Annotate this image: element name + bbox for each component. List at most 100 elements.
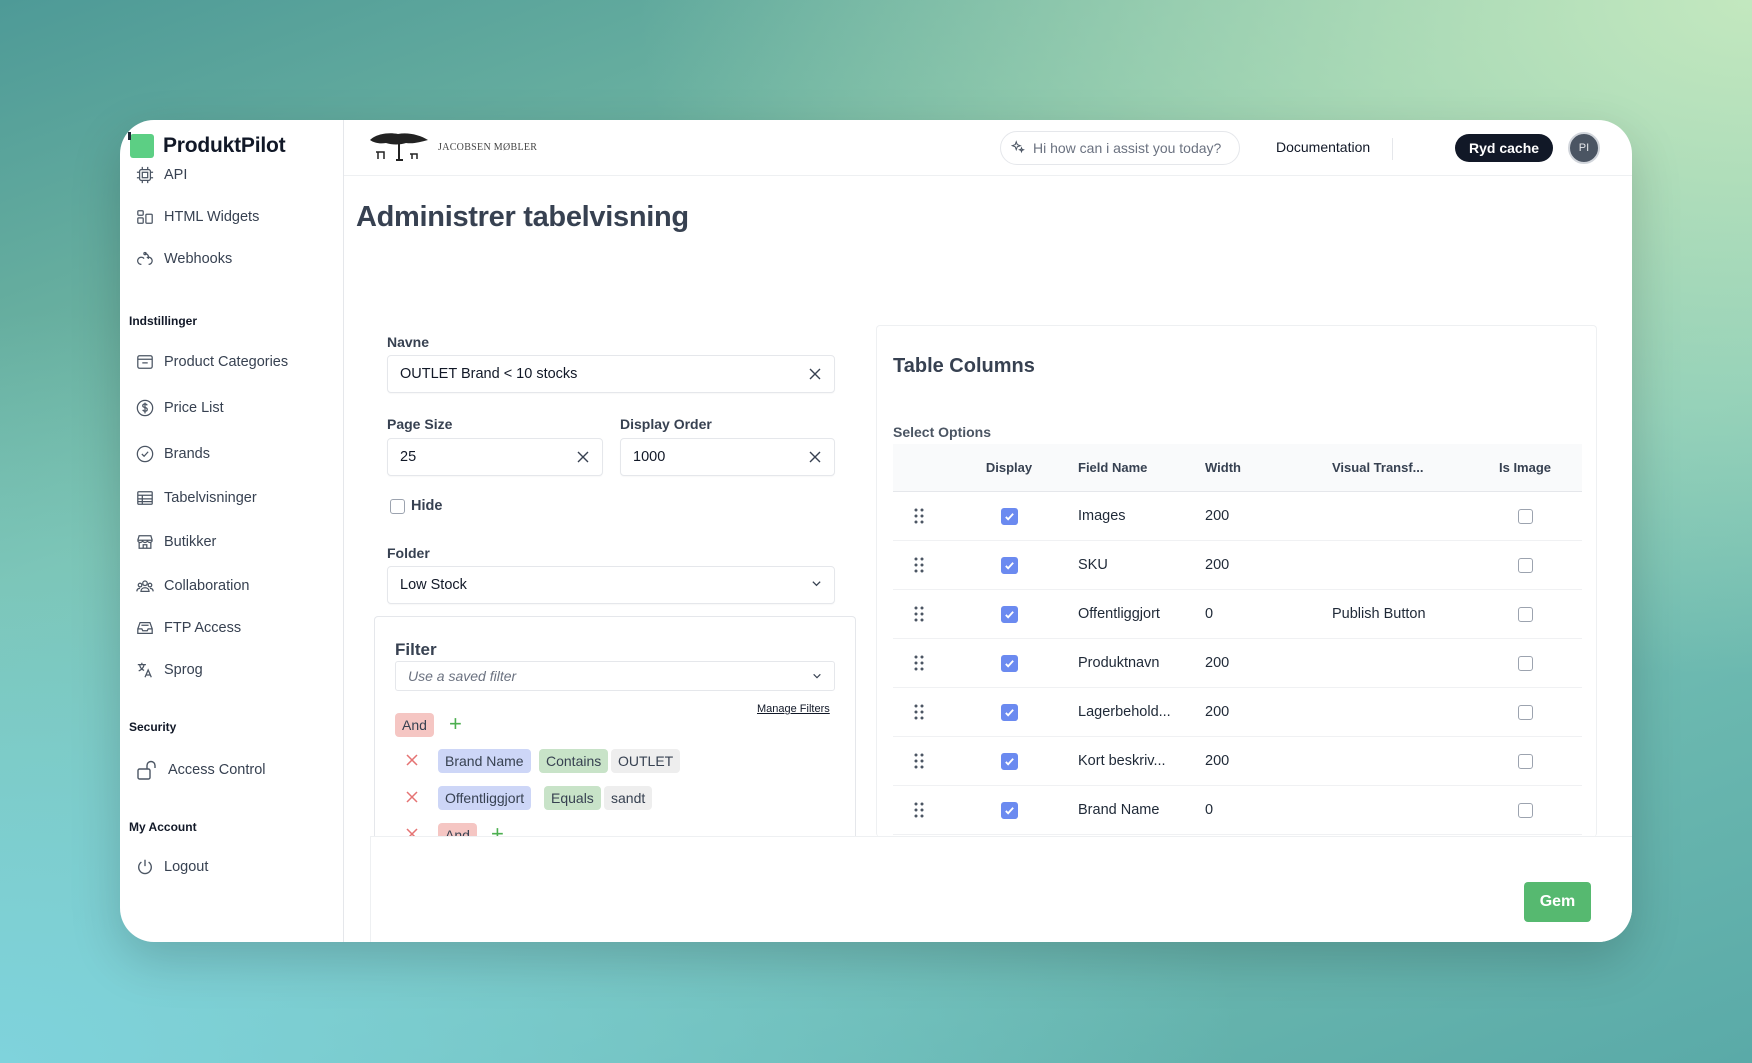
badge-check-icon	[136, 445, 154, 463]
condition-operator-chip[interactable]: Contains	[539, 749, 609, 773]
width-cell[interactable]: 200	[1201, 557, 1328, 573]
condition-value-chip[interactable]: sandt	[604, 786, 653, 810]
width-cell[interactable]: 200	[1201, 753, 1328, 769]
company-logo[interactable]: JACOBSEN MØBLER	[366, 130, 537, 164]
delete-condition-icon[interactable]	[405, 790, 419, 804]
sidebar-item-webhooks[interactable]: Webhooks	[136, 250, 232, 268]
display-checkbox[interactable]	[1000, 507, 1018, 525]
saved-filter-select[interactable]: Use a saved filter	[395, 661, 835, 691]
folder-label: Folder	[387, 545, 430, 561]
is-image-checkbox[interactable]	[1517, 753, 1533, 769]
app-brand[interactable]: ProduktPilot	[128, 132, 286, 158]
drag-handle-icon[interactable]	[893, 605, 945, 623]
width-cell[interactable]: 0	[1201, 606, 1328, 622]
condition-field-chip[interactable]: Offentliggjort	[438, 786, 532, 810]
display-checkbox[interactable]	[1000, 605, 1018, 623]
field-name-cell: Brand Name	[1078, 802, 1160, 818]
clear-icon[interactable]	[576, 450, 590, 464]
is-image-checkbox[interactable]	[1517, 557, 1533, 573]
sidebar-item-sprog[interactable]: Sprog	[136, 661, 203, 679]
sidebar-item-label: Brands	[164, 446, 210, 462]
drag-handle-icon[interactable]	[893, 703, 945, 721]
sidebar-item-api[interactable]: API	[136, 166, 187, 184]
is-image-checkbox[interactable]	[1517, 802, 1533, 818]
display-checkbox[interactable]	[1000, 654, 1018, 672]
unlock-icon	[136, 759, 158, 781]
width-cell[interactable]: 200	[1201, 508, 1328, 524]
widgets-icon	[136, 208, 154, 226]
drag-handle-icon[interactable]	[893, 507, 945, 525]
group-operator-chip[interactable]: And	[438, 823, 477, 836]
field-name-cell: SKU	[1078, 557, 1108, 573]
is-image-checkbox[interactable]	[1517, 704, 1533, 720]
table-row[interactable]: Brand Name 0	[893, 786, 1582, 835]
field-name-cell: Produktnavn	[1078, 655, 1160, 671]
width-cell[interactable]: 0	[1201, 802, 1328, 818]
hide-toggle[interactable]: Hide	[390, 498, 442, 514]
save-button[interactable]: Gem	[1524, 882, 1591, 922]
header-display: Display	[985, 460, 1033, 475]
manage-filters-link[interactable]: Manage Filters	[757, 703, 830, 715]
clear-cache-button[interactable]: Ryd cache	[1455, 134, 1554, 162]
sidebar-item-product-categories[interactable]: Product Categories	[136, 353, 288, 371]
is-image-checkbox[interactable]	[1517, 655, 1533, 671]
width-cell[interactable]: 200	[1201, 655, 1328, 671]
sidebar-item-price-list[interactable]: Price List	[136, 399, 224, 417]
table-row[interactable]: Images 200	[893, 492, 1582, 541]
avatar[interactable]: PI	[1568, 132, 1600, 164]
webhook-icon	[136, 250, 154, 268]
display-checkbox[interactable]	[1000, 703, 1018, 721]
sidebar-item-butikker[interactable]: Butikker	[136, 533, 216, 551]
sidebar-item-label: Price List	[164, 400, 224, 416]
add-condition-icon[interactable]: +	[491, 823, 504, 837]
root-operator-chip[interactable]: And	[395, 713, 434, 737]
table-row[interactable]: Offentliggjort 0 Publish Button	[893, 590, 1582, 639]
assistant-placeholder: Hi how can i assist you today?	[1033, 140, 1222, 156]
clear-icon[interactable]	[808, 450, 822, 464]
table-row[interactable]: Kort beskriv... 200	[893, 737, 1582, 786]
table-row[interactable]: Produktnavn 200	[893, 639, 1582, 688]
condition-operator-chip[interactable]: Equals	[544, 786, 601, 810]
sidebar-item-html-widgets[interactable]: HTML Widgets	[136, 208, 259, 226]
condition-value-chip[interactable]: OUTLET	[611, 749, 681, 773]
condition-field-chip[interactable]: Brand Name	[438, 749, 531, 773]
display-order-field[interactable]: 1000	[620, 438, 835, 476]
visual-transform-cell[interactable]: Publish Button	[1328, 606, 1468, 622]
display-checkbox[interactable]	[1000, 752, 1018, 770]
header-is-image: Is Image	[1498, 460, 1552, 475]
header-field-name: Field Name	[1078, 460, 1148, 475]
add-condition-icon[interactable]: +	[449, 713, 462, 735]
width-cell[interactable]: 200	[1201, 704, 1328, 720]
sidebar-item-brands[interactable]: Brands	[136, 445, 210, 463]
sidebar-item-collaboration[interactable]: Collaboration	[136, 577, 249, 595]
table-row[interactable]: Lagerbehold... 200	[893, 688, 1582, 737]
sidebar-item-tabelvisninger[interactable]: Tabelvisninger	[136, 489, 257, 507]
delete-group-icon[interactable]	[405, 827, 419, 836]
table-row[interactable]: SKU 200	[893, 541, 1582, 590]
main-content: JACOBSEN MØBLER Hi how can i assist you …	[344, 120, 1632, 942]
field-name-cell: Images	[1078, 508, 1126, 524]
drag-handle-icon[interactable]	[893, 556, 945, 574]
page-size-value: 25	[400, 449, 417, 465]
sidebar-item-ftp-access[interactable]: FTP Access	[136, 619, 241, 637]
display-checkbox[interactable]	[1000, 801, 1018, 819]
page-size-field[interactable]: 25	[387, 438, 603, 476]
delete-condition-icon[interactable]	[405, 753, 419, 767]
drag-handle-icon[interactable]	[893, 801, 945, 819]
sidebar-item-label: Product Categories	[164, 354, 289, 370]
table-body: Images 200 SKU 200 Offentliggjort 0 Publish Bu…	[893, 492, 1582, 837]
sidebar-item-logout[interactable]: Logout	[136, 858, 208, 876]
drag-handle-icon[interactable]	[893, 654, 945, 672]
drag-handle-icon[interactable]	[893, 752, 945, 770]
page-title: Administrer tabelvisning	[356, 201, 689, 233]
is-image-checkbox[interactable]	[1517, 606, 1533, 622]
folder-select[interactable]: Low Stock	[387, 566, 835, 604]
clear-icon[interactable]	[808, 367, 822, 381]
hide-checkbox[interactable]	[390, 498, 405, 514]
is-image-checkbox[interactable]	[1517, 508, 1533, 524]
display-checkbox[interactable]	[1000, 556, 1018, 574]
documentation-link[interactable]: Documentation	[1276, 139, 1370, 155]
name-field[interactable]: OUTLET Brand < 10 stocks	[387, 355, 835, 393]
sidebar-item-access-control[interactable]: Access Control	[136, 759, 266, 781]
assistant-input[interactable]: Hi how can i assist you today?	[1000, 131, 1240, 165]
